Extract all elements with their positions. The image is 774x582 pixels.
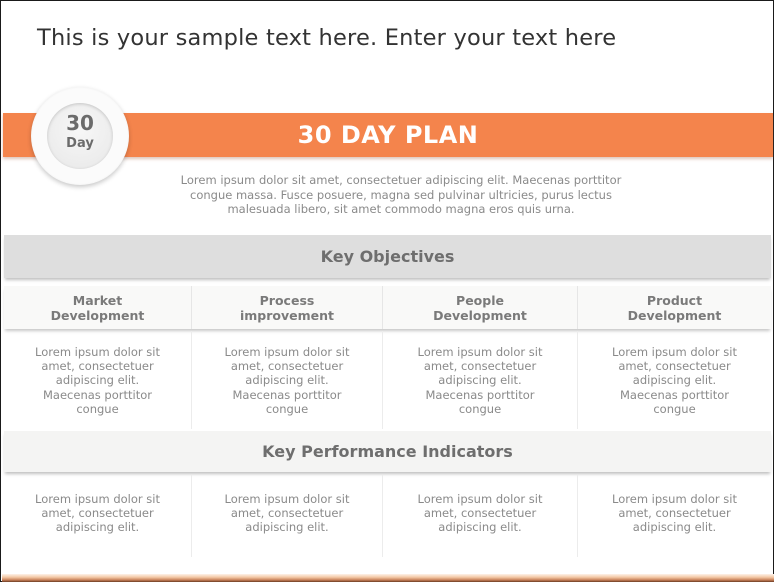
description-line: congue massa. Fusce posuere, magna sed p… [190,187,612,202]
day-badge: 30 Day [31,87,129,185]
kpi-cell[interactable]: Lorem ipsum dolor sit amet, consectetuer… [383,475,578,557]
objective-cell[interactable]: Lorem ipsum dolor sit amet, consectetuer… [383,331,578,429]
description-line: malesuada libero, sit amet commodo magna… [227,202,575,216]
description-text[interactable]: Lorem ipsum dolor sit amet, consectetuer… [161,173,641,217]
column-header-process-improvement[interactable]: Process improvement [192,286,383,329]
description-line: Lorem ipsum dolor sit amet, consectetuer… [180,173,622,187]
objectives-body-row: Lorem ipsum dolor sit amet, consectetuer… [4,331,771,429]
banner-title-text: 30 DAY PLAN [297,121,479,149]
kpi-heading[interactable]: Key Performance Indicators [4,431,771,472]
day-badge-inner: 30 Day [47,103,113,169]
kpi-cell[interactable]: Lorem ipsum dolor sit amet, consectetuer… [192,475,383,557]
page-heading[interactable]: This is your sample text here. Enter you… [37,25,616,51]
objectives-header-row: Market Development Process improvement P… [4,286,771,329]
objective-cell[interactable]: Lorem ipsum dolor sit amet, consectetuer… [192,331,383,429]
slide: This is your sample text here. Enter you… [0,0,774,582]
column-header-market-development[interactable]: Market Development [4,286,192,329]
column-header-people-development[interactable]: People Development [383,286,578,329]
day-badge-number: 30 [66,111,94,135]
objective-cell[interactable]: Lorem ipsum dolor sit amet, consectetuer… [578,331,771,429]
day-badge-unit: Day [66,136,94,151]
key-objectives-heading[interactable]: Key Objectives [4,235,771,278]
kpi-row: Lorem ipsum dolor sit amet, consectetuer… [4,475,771,557]
bottom-accent-strip [2,574,774,582]
kpi-cell[interactable]: Lorem ipsum dolor sit amet, consectetuer… [578,475,771,557]
objective-cell[interactable]: Lorem ipsum dolor sit amet, consectetuer… [4,331,192,429]
kpi-cell[interactable]: Lorem ipsum dolor sit amet, consectetuer… [4,475,192,557]
column-header-product-development[interactable]: Product Development [578,286,771,329]
